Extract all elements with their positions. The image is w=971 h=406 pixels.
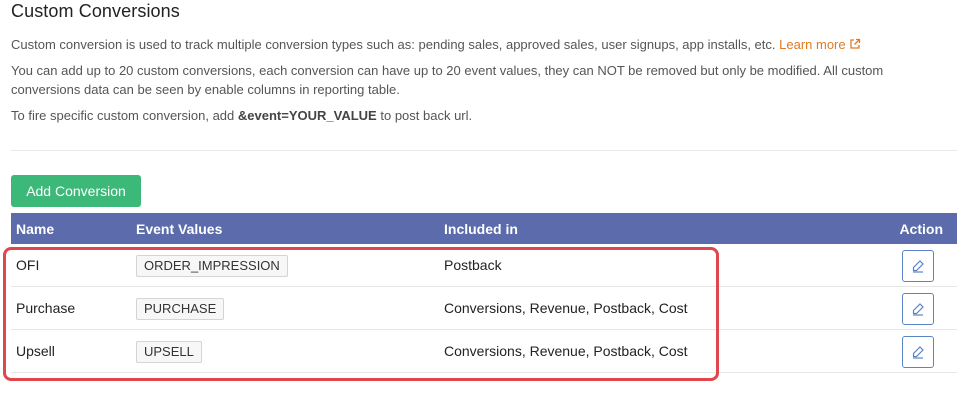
row-name: OFI: [16, 257, 40, 273]
page-title: Custom Conversions: [11, 1, 180, 21]
event-param: &event=YOUR_VALUE: [237, 108, 377, 123]
row-event-value: UPSELL: [136, 341, 202, 363]
row-event-value: PURCHASE: [136, 298, 225, 320]
description-line-1: Custom conversion is used to track multi…: [11, 35, 956, 54]
row-included-in: Conversions, Revenue, Postback, Cost: [444, 343, 688, 359]
event-tag: UPSELL: [136, 341, 202, 363]
table-row: OFI ORDER_IMPRESSION Postback: [11, 244, 957, 287]
table-row: Upsell UPSELL Conversions, Revenue, Post…: [11, 330, 957, 373]
edit-button[interactable]: [902, 250, 934, 282]
header-event-values: Event Values: [136, 221, 223, 237]
header-name: Name: [16, 221, 55, 237]
header-included-in: Included in: [444, 221, 518, 237]
event-tag: ORDER_IMPRESSION: [136, 255, 288, 277]
row-included-in: Conversions, Revenue, Postback, Cost: [444, 300, 688, 316]
description-text: Custom conversion is used to track multi…: [11, 37, 776, 52]
pencil-edit-icon: [912, 260, 924, 273]
description-line-2: You can add up to 20 custom conversions,…: [11, 63, 884, 97]
section-divider: [11, 150, 957, 151]
pencil-edit-icon: [912, 303, 924, 316]
edit-button[interactable]: [902, 293, 934, 325]
pencil-edit-icon: [912, 346, 924, 359]
table-header: Name Event Values Included in Action: [11, 213, 957, 244]
edit-button[interactable]: [902, 336, 934, 368]
conversions-table: Name Event Values Included in Action OFI…: [11, 213, 957, 373]
description-line-3: To fire specific custom conversion, add …: [11, 108, 473, 123]
row-event-value: ORDER_IMPRESSION: [136, 255, 288, 277]
learn-more-link[interactable]: Learn more: [779, 37, 860, 52]
row-name: Upsell: [16, 343, 55, 359]
header-action: Action: [899, 221, 943, 237]
row-name: Purchase: [16, 300, 76, 316]
event-tag: PURCHASE: [136, 298, 225, 320]
table-row: Purchase PURCHASE Conversions, Revenue, …: [11, 287, 957, 330]
row-included-in: Postback: [444, 257, 502, 273]
external-link-icon: [849, 38, 860, 49]
add-conversion-button[interactable]: Add Conversion: [11, 175, 141, 207]
